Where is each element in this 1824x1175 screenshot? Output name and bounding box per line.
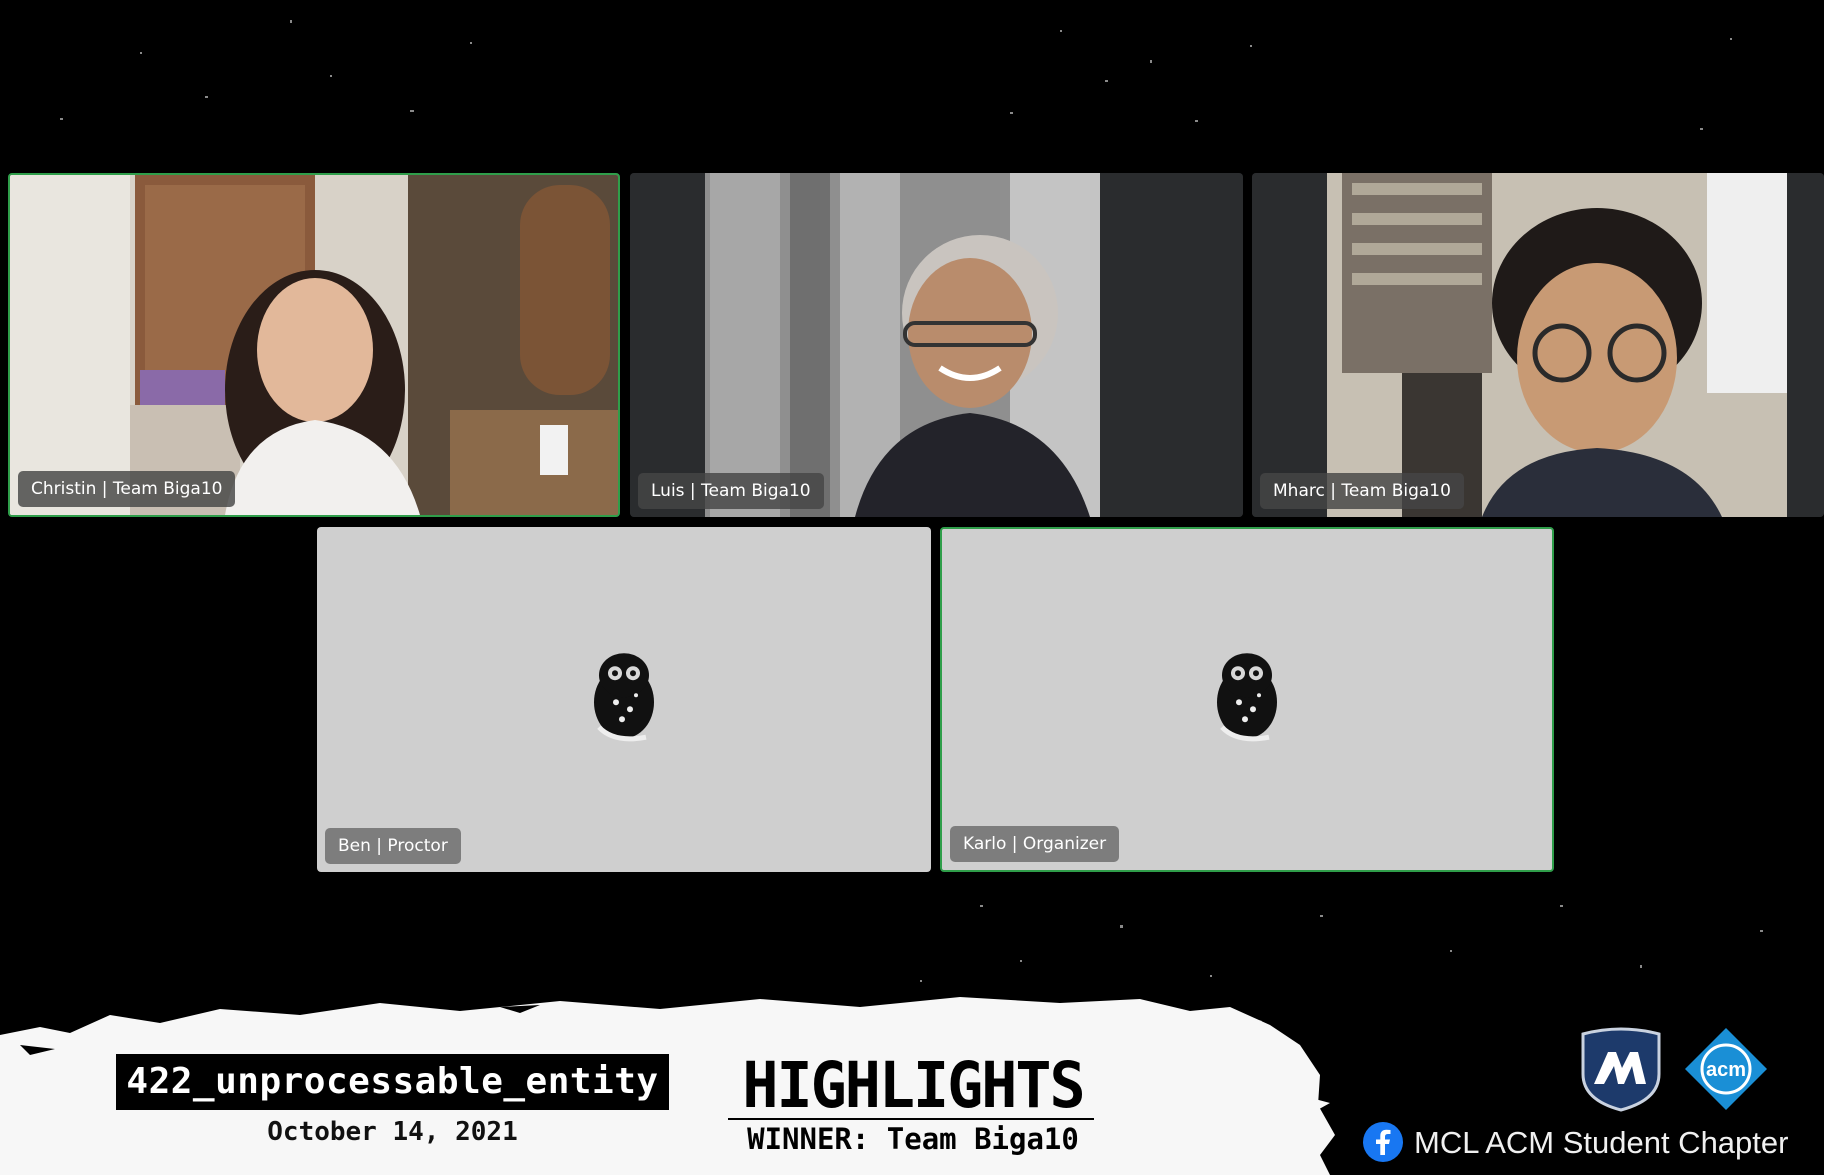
video-feed-christin xyxy=(10,175,618,515)
video-tile-christin[interactable]: Christin | Team Biga10 xyxy=(8,173,620,517)
decor-speck xyxy=(1450,950,1452,952)
decor-speck xyxy=(205,96,208,98)
decor-speck xyxy=(1150,60,1152,63)
headline-divider xyxy=(728,1118,1094,1120)
decor-speck xyxy=(980,905,983,907)
owl-avatar-icon xyxy=(1217,652,1277,741)
acm-logo-text: acm xyxy=(1706,1059,1746,1081)
participant-name-tag: Luis | Team Biga10 xyxy=(638,473,824,509)
participant-name-tag: Karlo | Organizer xyxy=(950,826,1120,862)
video-tile-karlo[interactable]: Karlo | Organizer xyxy=(940,527,1554,872)
facebook-icon[interactable] xyxy=(1362,1121,1404,1163)
decor-speck xyxy=(60,118,63,120)
video-feed-luis xyxy=(630,173,1243,517)
decor-speck xyxy=(1560,905,1563,907)
acm-logo: acm xyxy=(1685,1028,1767,1110)
participant-name-tag: Ben | Proctor xyxy=(325,828,461,864)
participant-name-tag: Mharc | Team Biga10 xyxy=(1260,473,1464,509)
decor-speck xyxy=(330,75,332,77)
decor-speck xyxy=(1020,960,1022,962)
winner-label: WINNER: Team Biga10 xyxy=(747,1122,1079,1156)
video-tile-mharc[interactable]: Mharc | Team Biga10 xyxy=(1252,173,1824,517)
decor-speck xyxy=(920,980,922,982)
decor-speck xyxy=(1760,930,1763,932)
video-tile-luis[interactable]: Luis | Team Biga10 xyxy=(630,173,1243,517)
decor-speck xyxy=(140,52,142,54)
video-tile-ben[interactable]: Ben | Proctor xyxy=(317,527,931,872)
owl-avatar-icon xyxy=(594,652,654,741)
decor-speck xyxy=(290,20,292,23)
decor-speck xyxy=(1640,965,1642,968)
decor-speck xyxy=(1730,38,1732,40)
event-date: October 14, 2021 xyxy=(267,1117,518,1147)
decor-speck xyxy=(410,110,414,112)
event-name-label: 422_unprocessable_entity xyxy=(116,1054,669,1110)
decor-speck xyxy=(470,42,472,44)
org-name-link[interactable]: MCL ACM Student Chapter xyxy=(1414,1125,1788,1161)
decor-speck xyxy=(1250,45,1252,47)
decor-speck xyxy=(1120,925,1123,928)
decor-speck xyxy=(1320,915,1323,917)
video-feed-mharc xyxy=(1252,173,1824,517)
decor-speck xyxy=(1210,975,1212,977)
participant-name-tag: Christin | Team Biga10 xyxy=(18,471,236,507)
decor-speck xyxy=(1010,112,1013,114)
highlights-title: HIGHLIGHTS xyxy=(742,1049,1085,1123)
decor-speck xyxy=(1195,120,1198,122)
mcl-shield-logo xyxy=(1581,1027,1661,1112)
decor-speck xyxy=(1700,128,1703,130)
decor-speck xyxy=(1060,30,1062,32)
decor-speck xyxy=(1105,80,1108,82)
